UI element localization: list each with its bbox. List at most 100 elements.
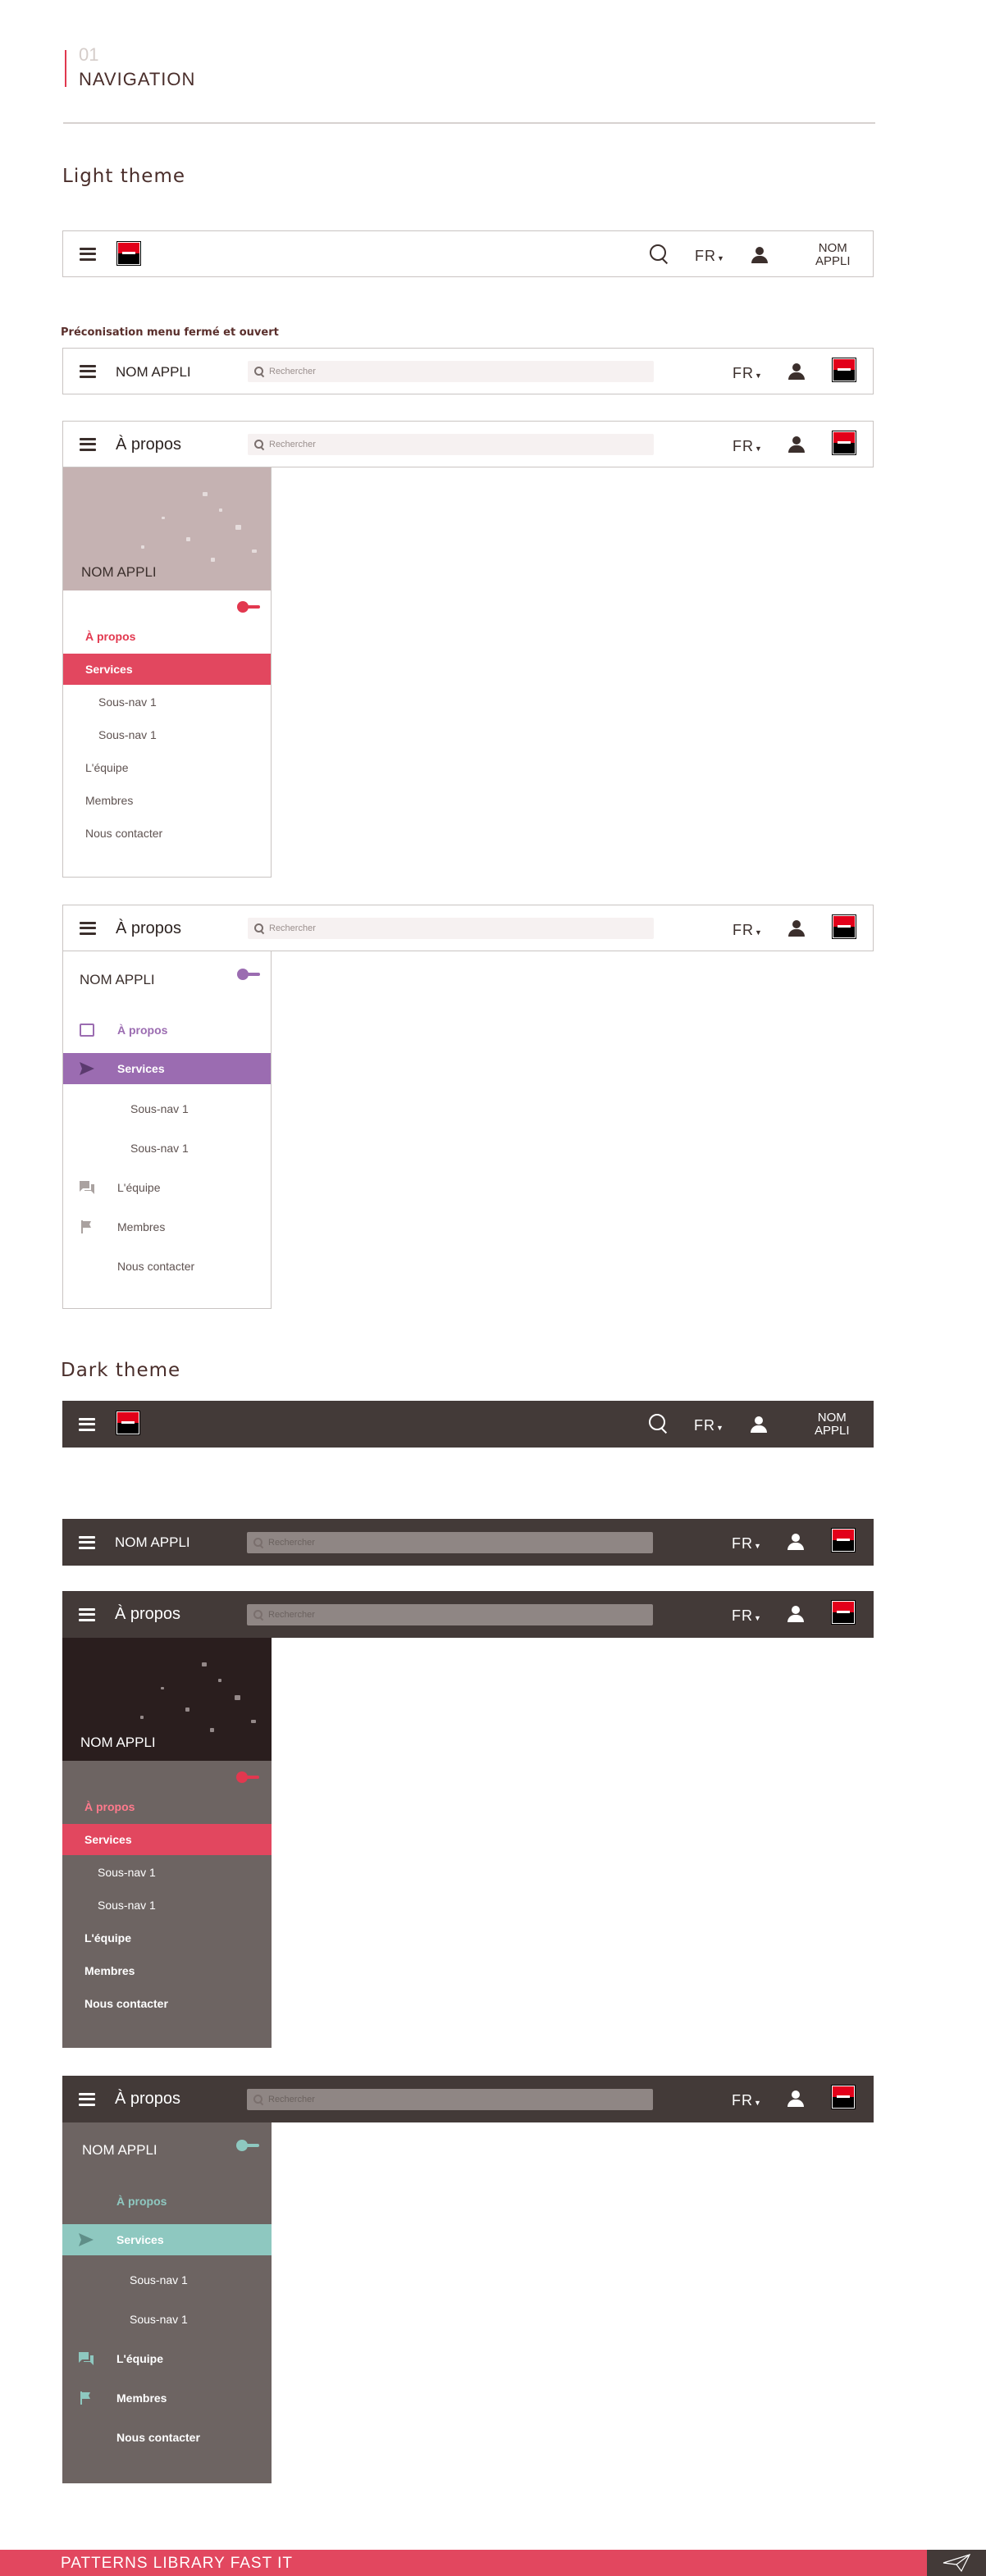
menu-item-a-propos[interactable]: À propos	[63, 621, 271, 652]
menu-item-membres[interactable]: Membres	[62, 1955, 272, 1986]
menu-subitem-2[interactable]: Sous-nav 1	[62, 1890, 272, 1921]
brand-logo[interactable]	[831, 1528, 856, 1552]
user-icon[interactable]	[787, 1606, 805, 1622]
footer-corner[interactable]	[927, 2550, 986, 2576]
light-navbar-open-v1: À propos Rechercher FR▼	[62, 421, 874, 467]
menu-item-label: L'équipe	[116, 2352, 163, 2365]
page-title: À propos	[115, 2090, 181, 2108]
menu-item-membres[interactable]: Membres	[63, 1211, 271, 1242]
menu-subitem-1[interactable]: Sous-nav 1	[63, 1093, 271, 1124]
menu-collapse-toggle[interactable]	[237, 601, 260, 613]
dark-side-menu-v1: NOM APPLI À propos Services Sous-nav 1 S…	[62, 1638, 272, 2048]
language-label: FR	[694, 1417, 715, 1434]
caret-down-icon: ▼	[755, 928, 763, 937]
brand-logo[interactable]	[832, 358, 856, 382]
menu-item-contact[interactable]: Nous contacter	[62, 2422, 272, 2453]
language-selector[interactable]: FR▼	[732, 1607, 762, 1625]
chat-icon	[79, 2352, 94, 2365]
menu-item-equipe[interactable]: L'équipe	[62, 1922, 272, 1954]
menu-item-equipe[interactable]: L'équipe	[63, 1172, 271, 1203]
search-input[interactable]: Rechercher	[247, 2088, 653, 2110]
search-icon[interactable]	[650, 244, 669, 264]
menu-item-a-propos[interactable]: À propos	[62, 2186, 272, 2217]
menu-item-equipe[interactable]: L'équipe	[62, 2343, 272, 2374]
menu-item-services[interactable]: Services	[62, 2224, 272, 2255]
menu-hero-image: NOM APPLI	[63, 467, 271, 590]
language-selector[interactable]: FR▼	[695, 248, 725, 265]
menu-subitem-1[interactable]: Sous-nav 1	[63, 686, 271, 718]
app-name-line1: NOM	[817, 1411, 847, 1425]
language-selector[interactable]: FR▼	[732, 1535, 762, 1552]
hamburger-icon[interactable]	[79, 1535, 95, 1549]
menu-subitem-2[interactable]: Sous-nav 1	[63, 1133, 271, 1164]
brand-logo[interactable]	[831, 1600, 856, 1625]
menu-subitem-1[interactable]: Sous-nav 1	[62, 2264, 272, 2296]
caret-down-icon: ▼	[755, 372, 763, 380]
app-name-line2: APPLI	[815, 1424, 850, 1438]
search-input[interactable]: Rechercher	[247, 1531, 653, 1553]
menu-item-services[interactable]: Services	[63, 654, 271, 685]
search-placeholder: Rechercher	[269, 366, 316, 376]
menu-collapse-toggle[interactable]	[237, 969, 260, 980]
user-icon[interactable]	[751, 247, 769, 263]
app-name-title: NOM APPLI	[116, 364, 191, 380]
search-input[interactable]: Rechercher	[248, 360, 654, 382]
user-icon[interactable]	[750, 1416, 768, 1433]
user-icon[interactable]	[787, 2090, 805, 2107]
hamburger-icon[interactable]	[80, 364, 96, 378]
search-icon	[254, 439, 264, 449]
search-icon[interactable]	[649, 1414, 669, 1434]
menu-item-membres[interactable]: Membres	[63, 785, 271, 816]
menu-subitem-2[interactable]: Sous-nav 1	[62, 2304, 272, 2335]
hamburger-icon[interactable]	[80, 921, 96, 935]
menu-item-contact[interactable]: Nous contacter	[63, 1251, 271, 1282]
menu-subitem-1[interactable]: Sous-nav 1	[62, 1857, 272, 1888]
menu-item-label: À propos	[116, 2195, 167, 2208]
user-icon[interactable]	[787, 920, 806, 937]
menu-collapse-toggle[interactable]	[236, 1771, 259, 1783]
menu-hero-image: NOM APPLI	[62, 1638, 272, 1761]
hamburger-icon[interactable]	[80, 437, 96, 451]
hamburger-icon[interactable]	[79, 1417, 95, 1431]
language-selector[interactable]: FR▼	[694, 1417, 724, 1434]
search-input[interactable]: Rechercher	[248, 917, 654, 939]
caret-down-icon: ▼	[717, 254, 725, 262]
user-icon[interactable]	[787, 436, 806, 453]
search-input[interactable]: Rechercher	[247, 1603, 653, 1625]
user-icon[interactable]	[787, 363, 806, 380]
menu-item-contact[interactable]: Nous contacter	[62, 1988, 272, 2019]
app-name-line2: APPLI	[815, 254, 851, 268]
menu-item-label: L'équipe	[117, 1181, 161, 1194]
menu-item-contact[interactable]: Nous contacter	[63, 818, 271, 849]
dark-navbar-open-v2: À propos Rechercher FR▼	[62, 2076, 874, 2122]
menu-collapse-toggle[interactable]	[236, 2140, 259, 2151]
brand-logo[interactable]	[831, 2085, 856, 2109]
language-selector[interactable]: FR▼	[733, 922, 763, 939]
language-selector[interactable]: FR▼	[733, 438, 763, 455]
search-input[interactable]: Rechercher	[248, 433, 654, 455]
hamburger-icon[interactable]	[79, 1607, 95, 1621]
language-selector[interactable]: FR▼	[732, 2092, 762, 2109]
language-selector[interactable]: FR▼	[733, 365, 763, 382]
menu-item-membres[interactable]: Membres	[62, 2382, 272, 2414]
menu-item-label: Membres	[116, 2391, 167, 2405]
page-title: À propos	[116, 435, 182, 454]
hamburger-icon[interactable]	[79, 2092, 95, 2106]
brand-logo[interactable]	[116, 241, 141, 266]
search-placeholder: Rechercher	[268, 1609, 315, 1620]
light-side-menu-v1: NOM APPLI À propos Services Sous-nav 1 S…	[62, 467, 272, 878]
brand-logo[interactable]	[832, 431, 856, 455]
menu-item-services[interactable]: Services	[62, 1824, 272, 1855]
hamburger-icon[interactable]	[80, 247, 96, 261]
user-icon[interactable]	[787, 1534, 805, 1550]
menu-item-equipe[interactable]: L'équipe	[63, 752, 271, 783]
brand-logo[interactable]	[116, 1411, 140, 1435]
menu-item-label: Membres	[117, 1220, 166, 1233]
menu-item-a-propos[interactable]: À propos	[62, 1791, 272, 1822]
menu-item-label: Services	[116, 2233, 164, 2246]
menu-subitem-2[interactable]: Sous-nav 1	[63, 719, 271, 750]
menu-item-services[interactable]: Services	[63, 1053, 271, 1084]
brand-logo[interactable]	[832, 914, 856, 939]
menu-item-a-propos[interactable]: À propos	[63, 1014, 271, 1046]
language-label: FR	[732, 2092, 753, 2109]
